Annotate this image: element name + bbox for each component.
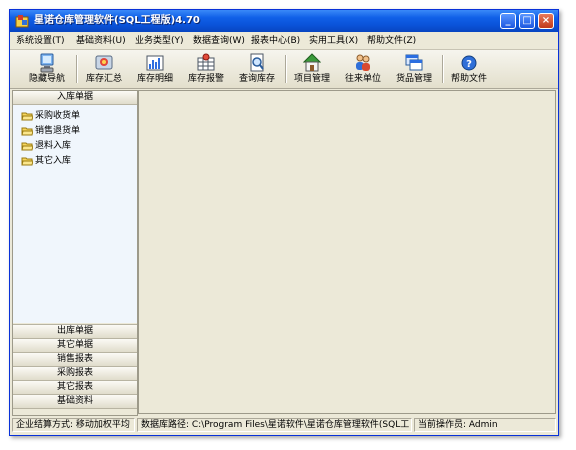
status-costing-method: 企业结算方式: 移动加权平均 [12, 418, 135, 432]
app-window: 星诺仓库管理软件(SQL工程版)4.70 _ □ × 系统设置(T) 基础资料(… [9, 9, 559, 436]
status-database-path: 数据库路径: C:\Program Files\星诺软件\星诺仓库管理软件(SQ… [137, 418, 412, 432]
menu-data-query[interactable]: 数据查询(W) [193, 35, 245, 47]
nav-section-outbound[interactable]: 出库单据 [13, 324, 137, 339]
project-management-button[interactable]: 项目管理 [287, 51, 337, 87]
nav-item-label: 其它入库 [35, 156, 72, 166]
goods-management-button[interactable]: 货品管理 [389, 51, 439, 87]
main-work-area [138, 90, 556, 414]
monitor-icon [40, 53, 54, 73]
alarm-grid-icon [197, 53, 215, 71]
tool-label: 库存汇总 [85, 74, 122, 84]
close-button[interactable]: × [538, 13, 554, 29]
stock-summary-icon [95, 55, 113, 70]
contacts-button[interactable]: 往来单位 [338, 51, 388, 87]
folder-open-icon [21, 112, 33, 121]
folder-open-icon [21, 157, 33, 166]
tool-label: 隐藏导航 [28, 74, 65, 84]
window-title: 星诺仓库管理软件(SQL工程版)4.70 [34, 15, 200, 26]
nav-section-basic-data[interactable]: 基础资料 [13, 395, 137, 409]
stock-summary-button[interactable]: 库存汇总 [79, 51, 129, 87]
minimize-button[interactable]: _ [500, 13, 516, 29]
title-bar[interactable]: 星诺仓库管理软件(SQL工程版)4.70 _ □ × [10, 10, 558, 32]
status-current-operator: 当前操作员: Admin [414, 418, 556, 432]
menu-business-type[interactable]: 业务类型(Y) [135, 35, 184, 47]
people-icon [356, 54, 370, 71]
nav-section-other-docs[interactable]: 其它单据 [13, 339, 137, 353]
nav-section-inbound[interactable]: 入库单据 [13, 91, 137, 105]
help-icon: ? [461, 55, 477, 71]
menu-system-settings[interactable]: 系统设置(T) [16, 35, 65, 47]
tool-label: 往来单位 [344, 74, 381, 84]
nav-section-sales-report[interactable]: 销售报表 [13, 353, 137, 367]
menu-utilities[interactable]: 实用工具(X) [309, 35, 358, 47]
svg-text:?: ? [466, 59, 472, 70]
house-icon [303, 53, 321, 72]
tool-label: 库存报警 [187, 74, 224, 84]
nav-item-label: 销售退货单 [35, 126, 81, 136]
app-icon [15, 15, 29, 28]
menu-basic-data[interactable]: 基础资料(U) [76, 35, 126, 47]
help-file-button[interactable]: ? 帮助文件 [444, 51, 494, 87]
search-doc-icon [250, 53, 264, 72]
windows-icon [405, 54, 423, 71]
bar-chart-icon [146, 55, 164, 71]
stock-alarm-button[interactable]: 库存报警 [181, 51, 231, 87]
tool-label: 货品管理 [395, 74, 432, 84]
maximize-button[interactable]: □ [519, 13, 535, 29]
tool-label: 项目管理 [293, 74, 330, 84]
hide-nav-button[interactable]: 隐藏导航 [22, 51, 72, 87]
folder-open-icon [21, 142, 33, 151]
menu-bar: 系统设置(T) 基础资料(U) 业务类型(Y) 数据查询(W) 报表中心(B) … [10, 33, 558, 50]
tool-label: 查询库存 [238, 74, 275, 84]
nav-item-label: 采购收货单 [35, 111, 81, 121]
toolbar: 隐藏导航 库存汇总 库存明细 库存报警 查询库存 项目管理 往来单位 货品管理 … [10, 50, 558, 89]
nav-tree: 采购收货单 销售退货单 退料入库 其它入库 [13, 105, 137, 323]
tool-label: 帮助文件 [450, 74, 487, 84]
stock-detail-button[interactable]: 库存明细 [130, 51, 180, 87]
toolbar-separator [76, 55, 78, 83]
folder-open-icon [21, 127, 33, 136]
status-bar: 企业结算方式: 移动加权平均 数据库路径: C:\Program Files\星… [10, 416, 558, 435]
menu-help[interactable]: 帮助文件(Z) [367, 35, 416, 47]
query-stock-button[interactable]: 查询库存 [232, 51, 282, 87]
menu-report-center[interactable]: 报表中心(B) [251, 35, 300, 47]
nav-section-purchase-report[interactable]: 采购报表 [13, 367, 137, 381]
nav-item-label: 退料入库 [35, 141, 72, 151]
nav-section-other-report[interactable]: 其它报表 [13, 381, 137, 395]
navigation-panel: 入库单据 采购收货单 销售退货单 退料入库 其它入库 出库单据 其它单据 销售报… [12, 90, 138, 416]
tool-label: 库存明细 [136, 74, 173, 84]
